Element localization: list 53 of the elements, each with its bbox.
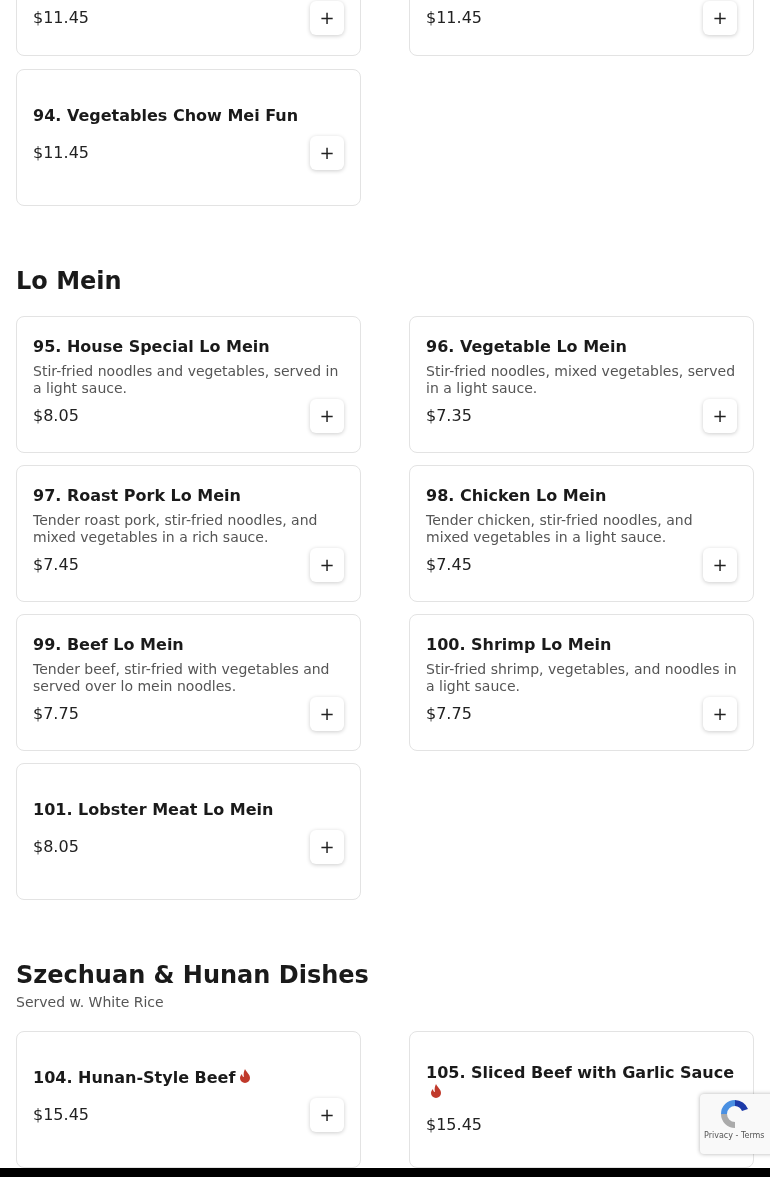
item-name: 100. Shrimp Lo Mein <box>426 634 613 655</box>
menu-item-card[interactable]: 96. Vegetable Lo Mein Stir-fried noodles, mixed vegetables, served in a light sauce. $7.35 + <box>409 316 754 453</box>
item-price: $7.45 <box>426 553 472 576</box>
add-button[interactable]: + <box>310 398 344 433</box>
item-price: $7.45 <box>33 553 79 576</box>
item-description: Stir-fried noodles and vegetables, served in a light sauce. <box>33 362 340 397</box>
menu-item-card[interactable]: $11.45 + <box>409 0 754 56</box>
section-title: Lo Mein <box>16 266 123 296</box>
menu-item-card[interactable]: 101. Lobster Meat Lo Mein $8.05 + <box>16 763 361 900</box>
add-button[interactable]: + <box>310 135 344 170</box>
menu-item-card[interactable]: 100. Shrimp Lo Mein Stir-fried shrimp, vegetables, and noodles in a light sauce. $7.75 + <box>409 614 754 751</box>
item-price: $7.75 <box>426 702 472 725</box>
item-description: Tender roast pork, stir-fried noodles, and mixed vegetables in a rich sauce. <box>33 511 319 546</box>
section-title: Szechuan & Hunan Dishes <box>16 960 370 990</box>
add-button[interactable]: + <box>703 398 737 433</box>
menu-item-card[interactable]: 104. Hunan-Style Beef $15.45 + <box>16 1031 361 1168</box>
add-button[interactable]: + <box>310 696 344 731</box>
item-name: 98. Chicken Lo Mein <box>426 485 608 506</box>
menu-item-card[interactable]: 97. Roast Pork Lo Mein Tender roast pork, stir-fried noodles, and mixed vegetables in a rich sauce. $7.45 + <box>16 465 361 602</box>
add-button[interactable]: + <box>703 1 737 35</box>
item-name: 95. House Special Lo Mein <box>33 336 271 357</box>
item-price: $11.45 <box>33 7 89 29</box>
item-description: Stir-fried shrimp, vegetables, and noodles in a light sauce. <box>426 660 737 695</box>
section-subtitle: Served w. White Rice <box>16 993 165 1012</box>
item-price: $11.45 <box>426 7 482 29</box>
item-price: $8.05 <box>33 835 79 858</box>
item-price: $15.45 <box>33 1103 89 1126</box>
item-price: $7.75 <box>33 702 79 725</box>
item-name: 105. Sliced Beef with Garlic Sauce <box>426 1062 737 1103</box>
menu-item-card[interactable]: $11.45 + <box>16 0 361 56</box>
menu-item-card[interactable]: 98. Chicken Lo Mein Tender chicken, stir-fried noodles, and mixed vegetables in a light sauce. $7.45 + <box>409 465 754 602</box>
item-description: Tender chicken, stir-fried noodles, and mixed vegetables in a light sauce. <box>426 511 694 546</box>
menu-item-card[interactable]: 94. Vegetables Chow Mei Fun $11.45 + <box>16 69 361 206</box>
item-name: 97. Roast Pork Lo Mein <box>33 485 242 506</box>
menu-item-card[interactable]: 95. House Special Lo Mein Stir-fried noodles and vegetables, served in a light sauce. $8.05 + <box>16 316 361 453</box>
item-name: 99. Beef Lo Mein <box>33 634 185 655</box>
item-name: 96. Vegetable Lo Mein <box>426 336 628 357</box>
item-description: Stir-fried noodles, mixed vegetables, served in a light sauce. <box>426 362 737 397</box>
item-name: 94. Vegetables Chow Mei Fun <box>33 105 300 126</box>
add-button[interactable]: + <box>703 547 737 582</box>
item-name: 101. Lobster Meat Lo Mein <box>33 799 275 820</box>
item-description: Tender beef, stir-fried with vegetables and served over lo mein noodles. <box>33 660 331 695</box>
add-button[interactable]: + <box>310 1 344 35</box>
item-name: 104. Hunan-Style Beef <box>33 1067 344 1088</box>
add-button[interactable]: + <box>310 547 344 582</box>
add-button[interactable]: + <box>703 696 737 731</box>
item-price: $11.45 <box>33 141 89 164</box>
add-button[interactable]: + <box>310 829 344 864</box>
item-price: $7.35 <box>426 404 472 427</box>
menu-item-card[interactable]: 99. Beef Lo Mein Tender beef, stir-fried with vegetables and served over lo mein noodles. $7.75 + <box>16 614 361 751</box>
add-button[interactable]: + <box>310 1097 344 1132</box>
item-price: $15.45 <box>426 1113 482 1136</box>
item-price: $8.05 <box>33 404 79 427</box>
